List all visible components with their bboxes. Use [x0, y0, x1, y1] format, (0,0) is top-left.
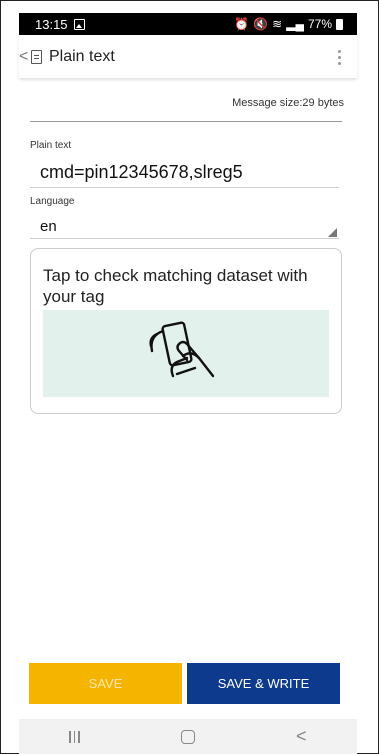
message-size: Message size:29 bytes — [232, 97, 344, 109]
battery-percent: 77% — [307, 17, 332, 31]
system-nav-bar: < — [19, 719, 357, 754]
divider — [30, 121, 342, 122]
save-and-write-label: SAVE & WRITE — [217, 676, 310, 691]
image-icon — [73, 18, 85, 30]
check-tag-card[interactable]: Tap to check matching dataset with your … — [30, 248, 342, 414]
more-vert-icon[interactable] — [331, 49, 347, 65]
language-label: Language — [30, 196, 75, 207]
signal-icon: ▂▄ — [286, 17, 304, 31]
recents-icon[interactable] — [69, 730, 80, 743]
nav-back-icon[interactable]: < — [296, 726, 307, 747]
app-bar: < Plain text — [19, 36, 357, 78]
wifi-icon: ≋ — [272, 17, 283, 31]
language-underline — [30, 238, 339, 239]
mute-icon: 🔇 — [253, 17, 269, 31]
card-instruction: Tap to check matching dataset with your … — [43, 266, 308, 306]
status-icons: ⏰ 🔇 ≋ ▂▄ 77% — [234, 17, 343, 31]
language-select[interactable]: en — [40, 218, 57, 235]
status-bar: 13:15 ⏰ 🔇 ≋ ▂▄ 77% — [19, 13, 357, 35]
plain-text-input[interactable]: cmd=pin12345678,slreg5 — [40, 162, 243, 183]
alarm-icon: ⏰ — [234, 17, 250, 31]
save-button[interactable]: SAVE — [29, 663, 182, 704]
home-icon[interactable] — [180, 729, 195, 744]
plain-text-underline — [30, 187, 339, 188]
nfc-tap-icon — [149, 321, 215, 378]
nfc-illustration-area[interactable] — [43, 310, 329, 397]
status-time: 13:15 — [35, 16, 68, 32]
plain-text-label: Plain text — [30, 140, 72, 151]
save-button-label: SAVE — [88, 676, 123, 691]
document-icon — [31, 50, 42, 64]
page-title: Plain text — [49, 48, 115, 65]
save-and-write-button[interactable]: SAVE & WRITE — [187, 663, 340, 704]
battery-icon — [336, 18, 343, 30]
back-arrow-icon[interactable]: < — [19, 48, 31, 66]
dropdown-arrow-icon[interactable] — [328, 228, 337, 237]
